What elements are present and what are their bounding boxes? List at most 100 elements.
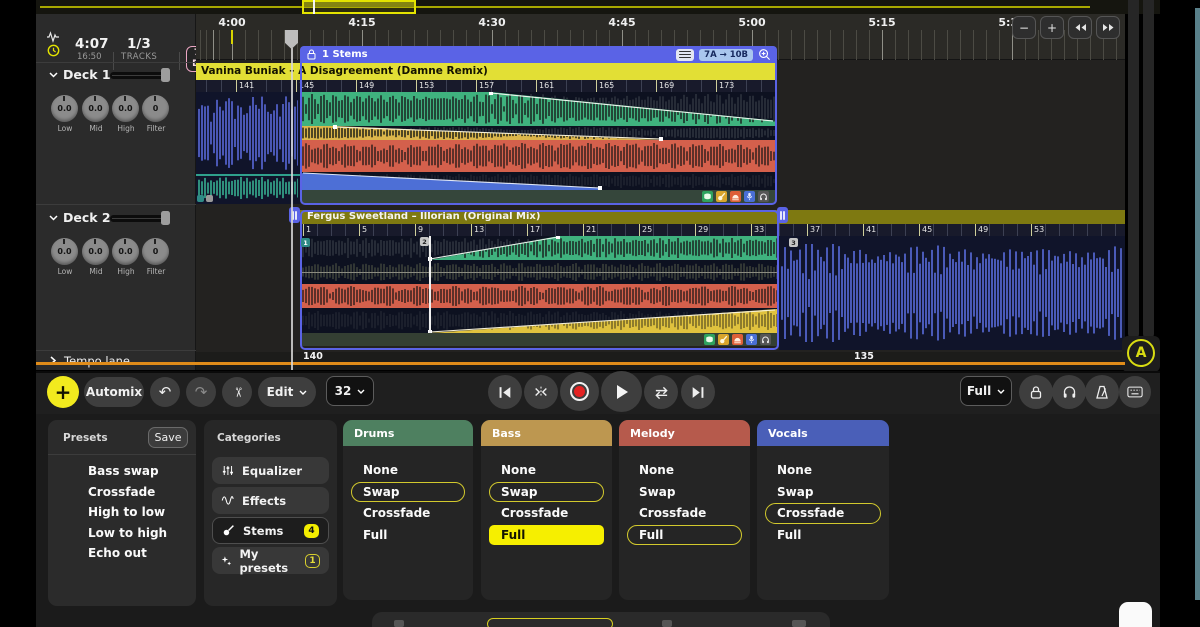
track1-waveform-region[interactable] — [196, 92, 300, 204]
drums-option[interactable]: Swap — [351, 482, 465, 503]
bass-option[interactable]: Swap — [489, 482, 604, 503]
rewind-button[interactable] — [1068, 16, 1092, 39]
melody-stem-icon[interactable] — [732, 334, 743, 345]
category-stems[interactable]: Stems 4 — [212, 517, 329, 544]
track2-title-bar[interactable]: Fergus Sweetland – Illorian (Original Mi… — [300, 210, 1125, 224]
deck1-volume-slider[interactable] — [110, 72, 170, 79]
cue-marker-3[interactable]: 3 — [789, 238, 798, 247]
tempo-automation-line[interactable] — [36, 362, 1125, 365]
cue-headphones-button[interactable] — [1052, 375, 1086, 409]
zoom-out-button[interactable]: − — [1012, 16, 1036, 39]
preset-item[interactable]: High to low — [48, 502, 196, 523]
preset-item[interactable]: Echo out — [48, 543, 196, 564]
deck1-low-knob[interactable]: 0.0 — [51, 95, 78, 122]
category-my-presets[interactable]: My presets 1 — [212, 547, 329, 574]
minimap-viewport[interactable] — [302, 0, 416, 14]
tempo-start-value[interactable]: 140 — [303, 351, 323, 362]
bass-option[interactable]: None — [489, 460, 604, 481]
bottom-selected-pill[interactable] — [487, 618, 613, 627]
zoom-in-button[interactable]: + — [1040, 16, 1064, 39]
deck2-mid-knob[interactable]: 0.0 — [82, 238, 109, 265]
bottom-icon[interactable] — [394, 620, 404, 627]
bass-option[interactable]: Full — [489, 525, 604, 546]
fast-forward-button[interactable] — [1096, 16, 1120, 39]
drums-option[interactable]: Full — [351, 525, 465, 546]
minimap-playhead[interactable] — [313, 0, 315, 14]
monitor-stem-icon[interactable] — [758, 191, 769, 202]
deck2-high-knob[interactable]: 0.0 — [112, 238, 139, 265]
track2-beat-ruler[interactable]: 1591317212529333741454953 — [300, 224, 1125, 236]
melody-option[interactable]: Full — [627, 525, 742, 546]
bottom-icon[interactable] — [662, 620, 672, 627]
skip-start-button[interactable] — [488, 375, 522, 409]
bass-stem-icon[interactable] — [718, 334, 729, 345]
stems-block2-lanes[interactable] — [302, 236, 777, 333]
category-equalizer[interactable]: Equalizer — [212, 457, 329, 484]
metronome-button[interactable] — [1085, 375, 1119, 409]
redo-button[interactable]: ↷ — [186, 377, 216, 407]
chevron-down-icon[interactable] — [49, 215, 58, 221]
stems-block1-header[interactable]: 1 Stems 7A → 10B — [300, 46, 777, 63]
zoom-to-fit-icon[interactable] — [758, 48, 771, 61]
melody-option[interactable]: Crossfade — [627, 503, 742, 524]
stems-block1-lanes[interactable] — [302, 92, 775, 190]
cue-marker[interactable] — [197, 195, 204, 202]
vocals-option[interactable]: None — [765, 460, 881, 481]
scroll-gutter-bar[interactable] — [1143, 0, 1154, 338]
vocals-option[interactable]: Full — [765, 525, 881, 546]
vocals-option[interactable]: Swap — [765, 482, 881, 503]
drums-option[interactable]: Crossfade — [351, 503, 465, 524]
monitor-stem-icon[interactable] — [760, 334, 771, 345]
track1-title-bar[interactable]: Vanina Buniak – A Disagreement (Damne Re… — [196, 63, 777, 80]
bass-option[interactable]: Crossfade — [489, 503, 604, 524]
preset-item[interactable]: Crossfade — [48, 482, 196, 503]
key-transition-badge[interactable]: 7A → 10B — [699, 49, 753, 61]
edit-menu-button[interactable]: Edit — [258, 377, 316, 407]
melody-option[interactable]: None — [627, 460, 742, 481]
vocals-stem-icon[interactable] — [744, 191, 755, 202]
grid-size-select[interactable]: 32 — [326, 376, 374, 406]
skip-end-button[interactable] — [681, 375, 715, 409]
timeline-minimap[interactable] — [36, 0, 1160, 14]
tempo-lane[interactable]: 140 135 — [196, 352, 1125, 370]
view-mode-select[interactable]: Full — [960, 376, 1012, 406]
tempo-end-value[interactable]: 135 — [854, 351, 874, 362]
bottom-icon[interactable] — [792, 620, 806, 627]
drums-stem-icon[interactable] — [704, 334, 715, 345]
deck2-filter-knob[interactable]: 0 — [142, 238, 169, 265]
deck1-filter-knob[interactable]: 0 — [142, 95, 169, 122]
cue-marker[interactable] — [206, 195, 213, 202]
vocals-option[interactable]: Crossfade — [765, 503, 881, 524]
tempo-lane-toggle[interactable]: Tempo lane — [36, 350, 196, 370]
save-preset-button[interactable]: Save — [148, 427, 188, 448]
automation-envelopes[interactable] — [302, 92, 775, 190]
cut-button[interactable]: ✂ — [222, 377, 252, 407]
drums-option[interactable]: None — [351, 460, 465, 481]
chevron-down-icon[interactable] — [49, 72, 58, 78]
drums-stem-icon[interactable] — [702, 191, 713, 202]
slider-handle[interactable] — [161, 68, 170, 82]
lock-button[interactable] — [1019, 375, 1053, 409]
cue-marker-1[interactable]: 1 — [301, 238, 310, 247]
automix-button[interactable]: Automix — [84, 377, 144, 407]
automation-envelopes[interactable] — [302, 236, 777, 333]
record-button[interactable] — [560, 372, 599, 411]
scroll-gutter-bar[interactable] — [1128, 0, 1139, 338]
deck1-high-knob[interactable]: 0.0 — [112, 95, 139, 122]
stems-menu-button[interactable] — [676, 49, 694, 61]
track1-beat-ruler[interactable]: 141145149153157161165169173177 — [196, 80, 777, 92]
preset-item[interactable]: Bass swap — [48, 461, 196, 482]
keyboard-shortcuts-button[interactable] — [1119, 376, 1151, 408]
deck2-playhead[interactable] — [429, 236, 431, 333]
preset-item[interactable]: Low to high — [48, 523, 196, 544]
add-button[interactable]: + — [47, 376, 79, 408]
loop-button[interactable] — [644, 375, 678, 409]
category-effects[interactable]: Effects — [212, 487, 329, 514]
melody-option[interactable]: Swap — [627, 482, 742, 503]
cue-marker-2[interactable]: 2 — [420, 237, 429, 246]
bass-stem-icon[interactable] — [716, 191, 727, 202]
block2-right-handle[interactable] — [777, 207, 788, 223]
vocals-stem-icon[interactable] — [746, 334, 757, 345]
melody-stem-icon[interactable] — [730, 191, 741, 202]
jump-to-playhead-button[interactable] — [524, 375, 558, 409]
